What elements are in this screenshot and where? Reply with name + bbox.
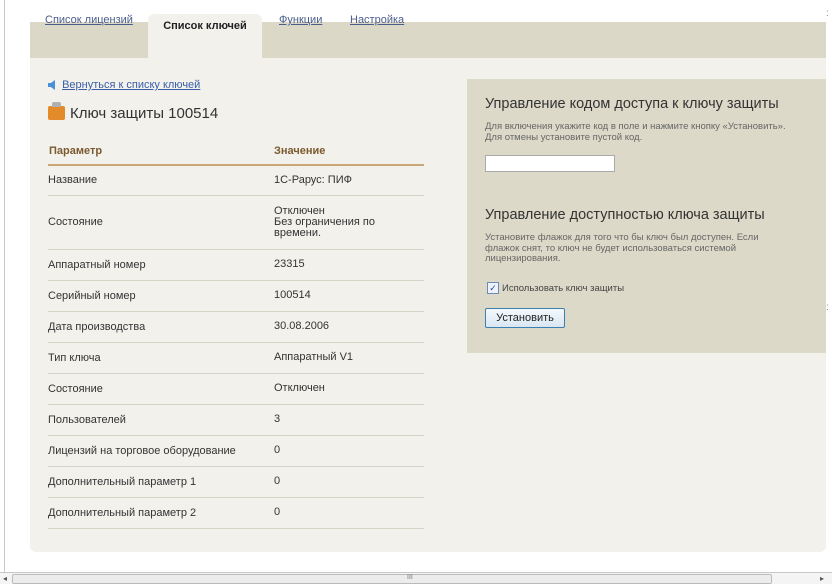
set-button[interactable]: Установить xyxy=(485,308,565,328)
page-title-text: Ключ защиты 100514 xyxy=(70,105,219,122)
value-cell: 100514 xyxy=(272,280,424,312)
column-header-value: Значение xyxy=(272,138,424,166)
tab-keys-label: Список ключей xyxy=(163,20,247,32)
parameter-cell: Дополнительный параметр 1 xyxy=(48,466,272,498)
value-cell: 23315 xyxy=(272,249,424,281)
scroll-grip-icon: III xyxy=(407,574,413,581)
parameter-cell: Лицензий на торговое оборудование xyxy=(48,435,272,467)
value-cell: 30.08.2006 xyxy=(272,311,424,343)
table-row: Состояние Отключен Без ограничения по вре… xyxy=(48,195,424,250)
window-frame-left xyxy=(4,0,5,572)
parameter-cell: Название xyxy=(48,165,272,196)
value-cell: Отключен Без ограничения по времени. xyxy=(272,195,424,250)
table-row: Лицензий на торговое оборудование 0 xyxy=(48,435,424,467)
value-cell: Отключен xyxy=(272,373,424,405)
value-cell: 0 xyxy=(272,466,424,498)
parameters-table: Параметр Значение Название 1С-Рарус: ПИФ С… xyxy=(48,138,424,529)
parameter-cell: Серийный номер xyxy=(48,280,272,312)
tab-keys[interactable]: Список ключей xyxy=(148,14,262,58)
use-key-checkbox[interactable]: ✓ xyxy=(487,282,499,294)
value-cell: 0 xyxy=(272,497,424,529)
availability-title: Управление доступностью ключа защиты xyxy=(485,207,765,223)
back-link[interactable]: Вернуться к списку ключей xyxy=(62,79,200,91)
parameter-cell: Тип ключа xyxy=(48,342,272,374)
horizontal-scrollbar[interactable]: ◂ III ▸ xyxy=(0,572,832,584)
parameter-cell: Дата производства xyxy=(48,311,272,343)
table-row: Аппаратный номер 23315 xyxy=(48,249,424,281)
tab-settings[interactable]: Настройка xyxy=(350,14,404,26)
value-cell: 1С-Рарус: ПИФ xyxy=(272,165,424,196)
table-row: Дата производства 30.08.2006 xyxy=(48,311,424,343)
scroll-left-icon[interactable]: ◂ xyxy=(3,574,7,583)
back-arrow-icon xyxy=(48,80,55,91)
edge-mark-mid: : xyxy=(826,302,829,313)
use-key-checkbox-label[interactable]: Использовать ключ защиты xyxy=(502,283,624,294)
table-row: Дополнительный параметр 10 xyxy=(48,466,424,498)
parameter-cell: Состояние xyxy=(48,373,272,405)
edge-mark-top: : xyxy=(826,8,829,19)
value-cell: 0 xyxy=(272,435,424,467)
table-row: Название 1С-Рарус: ПИФ xyxy=(48,165,424,196)
access-code-title: Управление кодом доступа к ключу защиты xyxy=(485,96,779,112)
value-cell: 3 xyxy=(272,404,424,436)
table-row: Состояние Отключен xyxy=(48,373,424,405)
page-title: Ключ защиты 100514 xyxy=(48,102,219,122)
access-code-note: Для включения укажите код в поле и нажми… xyxy=(485,121,786,143)
usb-key-icon xyxy=(48,102,65,120)
parameter-cell: Дополнительный параметр 2 xyxy=(48,497,272,529)
tab-licenses[interactable]: Список лицензий xyxy=(45,14,133,26)
value-cell: Аппаратный V1 xyxy=(272,342,424,374)
parameter-cell: Состояние xyxy=(48,195,272,250)
column-header-parameter: Параметр xyxy=(48,138,272,166)
table-row: Дополнительный параметр 20 xyxy=(48,497,424,529)
parameter-cell: Аппаратный номер xyxy=(48,249,272,281)
access-code-input[interactable] xyxy=(485,155,615,172)
table-row: Пользователей 3 xyxy=(48,404,424,436)
availability-note: Установите флажок для того что бы ключ б… xyxy=(485,232,759,264)
table-row: Тип ключа Аппаратный V1 xyxy=(48,342,424,374)
table-row: Серийный номер 100514 xyxy=(48,280,424,312)
back-link-row: Вернуться к списку ключей xyxy=(48,79,200,91)
scroll-right-icon[interactable]: ▸ xyxy=(820,574,824,583)
parameter-cell: Пользователей xyxy=(48,404,272,436)
tab-functions[interactable]: Функции xyxy=(279,14,322,26)
